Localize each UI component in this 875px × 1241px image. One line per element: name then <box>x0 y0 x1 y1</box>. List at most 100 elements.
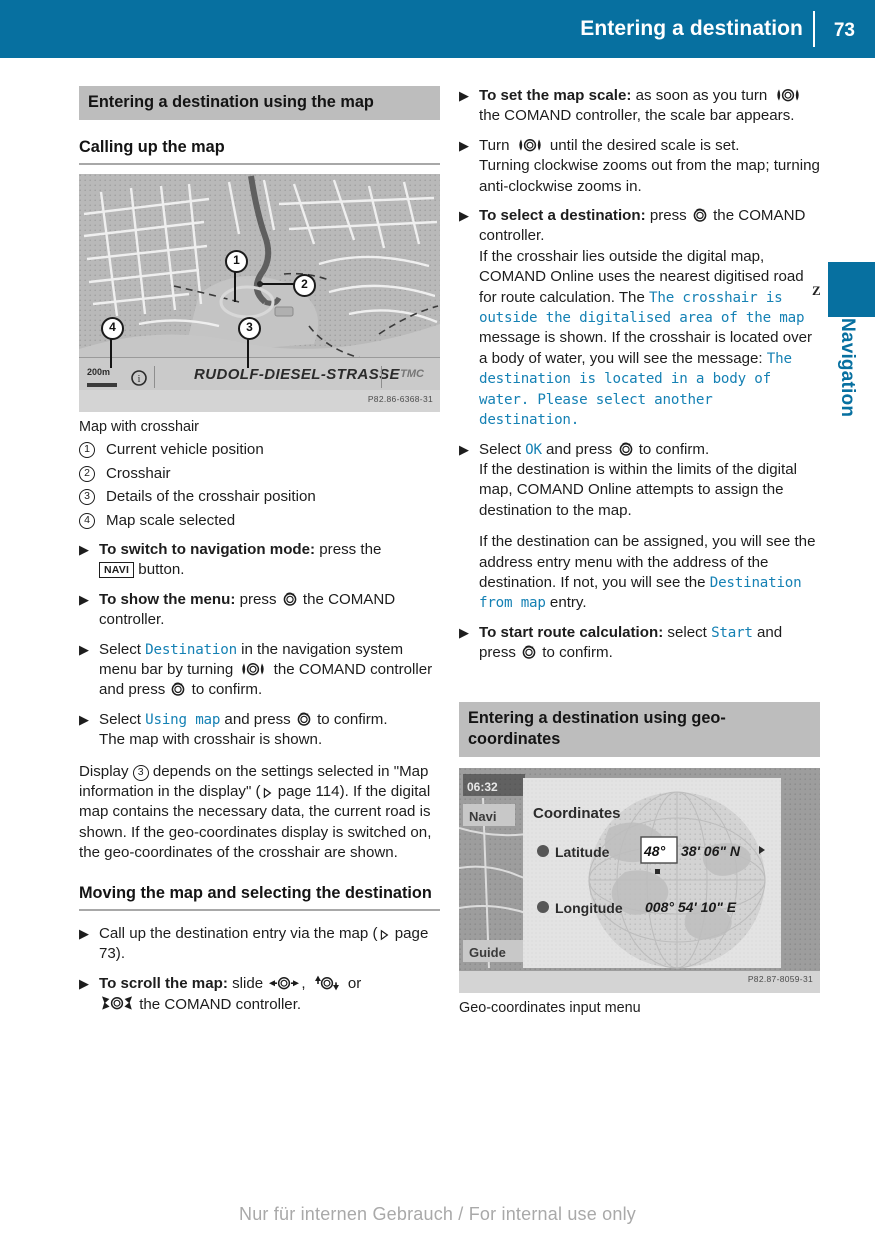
map-callout-2: 2 <box>293 274 316 297</box>
screen-label-destination[interactable]: Destination <box>145 642 237 658</box>
map-scale-label: 200m <box>87 366 111 377</box>
legend-label-1: Current vehicle position <box>106 441 264 458</box>
bullet-arrow-icon: ▶ <box>459 624 469 640</box>
step-text-d: to confirm. <box>187 681 263 699</box>
step-text-c: to confirm. <box>634 440 710 458</box>
screen-row-label-latitude: Latitude <box>555 843 610 860</box>
geo-figure-caption: Geo-coordinates input menu <box>459 999 641 1016</box>
step-text-c: to confirm. <box>312 710 388 728</box>
page-ref-icon <box>262 787 273 799</box>
right-column: ▶ To set the map scale: as soon as you t… <box>459 86 820 1018</box>
comand-press-icon <box>282 591 298 607</box>
step-text-b: , <box>301 974 310 992</box>
map-tmc-label: TMC <box>400 367 424 380</box>
screen-menu-guide[interactable]: Guide <box>469 943 506 963</box>
step-label: To start route calculation: <box>479 623 664 641</box>
page-title: Entering a destination <box>580 17 803 40</box>
step-switch-navigation-mode: ▶ To switch to navigation mode: press th… <box>79 531 440 581</box>
note-text-a: Display <box>79 762 133 780</box>
screen-row-label-longitude: Longitude <box>555 899 623 916</box>
step-text-d: the COMAND controller. <box>135 995 302 1013</box>
map-callout-4: 4 <box>101 317 124 340</box>
screen-button-ok[interactable]: OK <box>525 442 542 458</box>
paragraph-destination-assigned: If the destination can be assigned, you … <box>459 521 820 614</box>
screen-menu-navi[interactable]: Navi <box>469 807 496 827</box>
page-footer: Nur für internen Gebrauch / For internal… <box>239 1204 636 1224</box>
bullet-arrow-icon: ▶ <box>459 208 469 224</box>
legend-label-4: Map scale selected <box>106 511 236 529</box>
legend-item: 3 Details of the crosshair position <box>79 486 440 508</box>
step-text-a: press <box>645 207 691 225</box>
header-divider <box>813 11 815 47</box>
screen-row-value-latitude[interactable]: 38' 06" N <box>681 841 740 861</box>
svg-text:i: i <box>138 374 141 385</box>
screen-row-value-latitude-degrees[interactable]: 48° <box>644 841 665 861</box>
legend-item: 2 Crosshair <box>79 463 440 485</box>
map-image-code: P82.86-6368-31 <box>367 393 433 404</box>
inline-callout-3: 3 <box>132 764 149 781</box>
map-bar-divider-1 <box>154 366 155 388</box>
screen-row-value-longitude[interactable]: 008° 54' 10" E <box>645 897 736 917</box>
section-heading-geo-coordinates: Entering a destination using geo-coordin… <box>459 701 820 757</box>
map-bar-divider-2 <box>381 366 382 388</box>
step-text: press <box>235 590 281 608</box>
comand-press-icon <box>692 207 708 223</box>
step-text-a: select <box>663 623 712 641</box>
step-subtext: Turning clockwise zooms out from the map… <box>479 157 820 195</box>
bullet-arrow-icon: ▶ <box>459 441 469 457</box>
step-set-map-scale: ▶ To set the map scale: as soon as you t… <box>459 86 820 127</box>
comand-turn-icon <box>238 661 268 677</box>
map-scale-bar <box>87 383 117 387</box>
step-label: To set the map scale: <box>479 87 632 104</box>
step-select-destination: ▶ Select Destination in the navigation s… <box>79 631 440 701</box>
step-subtext: If the destination is within the limits … <box>479 460 797 519</box>
step-text: press the <box>315 541 382 558</box>
step-text-c: to confirm. <box>538 644 613 662</box>
map-leader-1 <box>234 270 236 302</box>
map-street-label: RUDOLF-DIESEL-STRASSE <box>194 365 400 383</box>
step-text-a: slide <box>227 974 268 992</box>
section-heading-map: Entering a destination using the map <box>79 86 440 120</box>
step-text-a: Select <box>99 710 146 728</box>
page-number: 73 <box>833 20 855 41</box>
legend-callout-3: 3 <box>79 489 95 505</box>
comand-press-icon <box>521 644 537 660</box>
comand-slide-diagonal-icon <box>100 994 134 1012</box>
sub-heading-moving-the-map: Moving the map and selecting the destina… <box>79 883 432 902</box>
navi-hardware-key[interactable]: NAVI <box>99 562 135 579</box>
map-leader-2 <box>262 283 294 285</box>
map-callout-1: 1 <box>225 250 248 273</box>
step-text-b: and press <box>220 710 295 728</box>
map-leader-3 <box>247 337 249 368</box>
bullet-arrow-icon: ▶ <box>459 137 469 153</box>
screen-button-start[interactable]: Start <box>711 625 753 641</box>
bullet-arrow-icon: ▶ <box>79 542 89 557</box>
note-page-ref[interactable]: page 114 <box>274 783 340 800</box>
step-select-using-map: ▶ Select Using map and press to confirm.… <box>79 701 440 751</box>
chapter-thumb-tab <box>828 262 875 317</box>
legend-callout-4: 4 <box>79 512 95 529</box>
step-text-b: and press <box>541 440 617 458</box>
step-label: To switch to navigation mode: <box>99 541 316 558</box>
step-label: To scroll the map: <box>99 974 228 992</box>
legend-callout-2: 2 <box>79 465 95 482</box>
screen-clock: 06:32 <box>467 779 498 794</box>
geo-image-code: P82.87-8059-31 <box>747 974 813 985</box>
screen-label-using-map[interactable]: Using map <box>145 712 220 728</box>
step-text-b: ). <box>115 945 126 963</box>
map-with-crosshair-figure: 1 2 3 4 200m i RUDOLF-DIESEL-STRASSE TMC… <box>79 174 440 412</box>
geo-coordinates-figure: 06:32 Navi Guide Coordinates Latitude 48… <box>459 767 820 993</box>
heading-rule <box>79 163 440 165</box>
step-text-a: as soon as you turn <box>631 87 772 104</box>
legend-item: 4 Map scale selected <box>79 510 440 532</box>
comand-press-icon <box>170 681 186 697</box>
step-start-route-calculation: ▶ To start route calculation: select Sta… <box>459 614 820 664</box>
paragraph-text-b: entry. <box>545 594 587 612</box>
legend-item: 1 Current vehicle position <box>79 439 440 461</box>
step-label: To select a destination: <box>479 207 646 225</box>
sub-heading-calling-up-the-map: Calling up the map <box>79 138 225 156</box>
step-select-ok: ▶ Select OK and press to confirm. If the… <box>459 431 820 522</box>
map-info-icon: i <box>131 370 147 386</box>
bullet-arrow-icon: ▶ <box>79 975 89 991</box>
step-text-b: until the desired scale is set. <box>545 136 740 154</box>
